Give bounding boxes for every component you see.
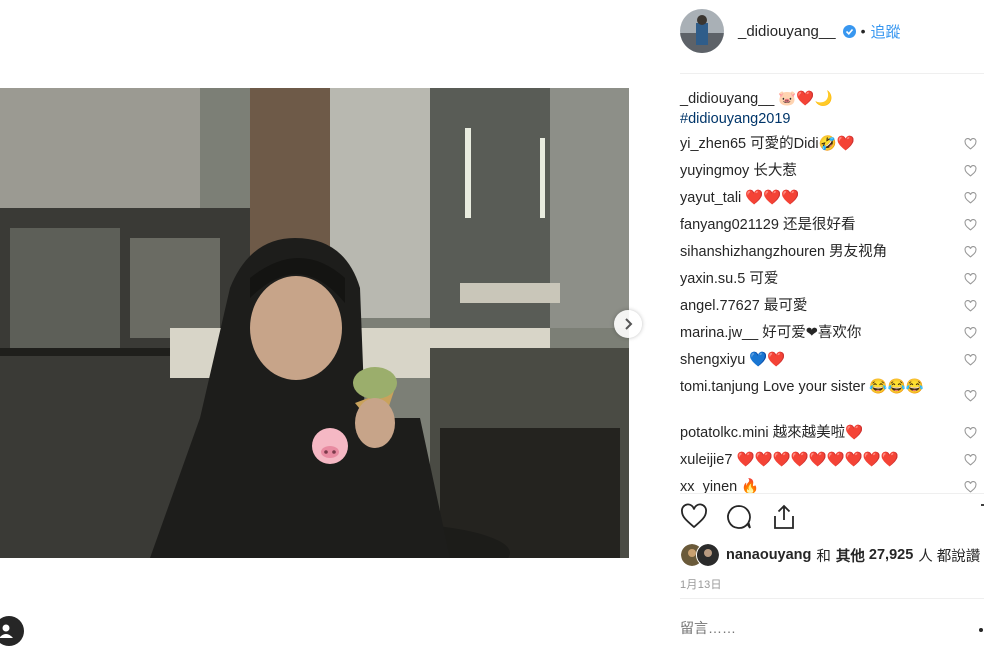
like-comment-heart-icon[interactable]: [964, 165, 977, 177]
comment-input[interactable]: [680, 620, 970, 636]
author-username[interactable]: _didiouyang__: [738, 23, 836, 40]
comment-text: 最可愛: [763, 298, 808, 314]
heart-icon[interactable]: [680, 503, 708, 531]
post-sidebar: _didiouyang__ • 追蹤 _didiouyang__ 🐷❤️🌙 #d…: [680, 0, 984, 645]
comment-item: xx_yinen 🔥: [680, 477, 984, 493]
comment-item: tomi.tanjung Love your sister 😂😂😂: [680, 377, 984, 423]
caption-username[interactable]: _didiouyang__: [680, 91, 774, 107]
liker-avatar: [696, 543, 720, 567]
comment-item: angel.77627 最可愛: [680, 296, 984, 323]
more-options-icon[interactable]: [979, 628, 983, 632]
like-comment-heart-icon[interactable]: [964, 454, 977, 466]
comment-text: ❤️❤️❤️: [745, 190, 800, 206]
comment-item: yuyingmoy 长大惹: [680, 161, 984, 188]
comment-item: sihanshizhangzhouren 男友视角: [680, 242, 984, 269]
comment-username[interactable]: yi_zhen65: [680, 136, 746, 152]
like-comment-heart-icon[interactable]: [964, 273, 977, 285]
comment-username[interactable]: potatolkc.mini: [680, 425, 769, 441]
next-photo-button[interactable]: [614, 310, 642, 338]
comment-username[interactable]: yuyingmoy: [680, 163, 749, 179]
like-comment-heart-icon[interactable]: [964, 390, 977, 402]
comment-item: marina.jw__ 好可爱❤喜欢你: [680, 323, 984, 350]
comment-text: 可爱: [749, 271, 779, 287]
post-header: _didiouyang__ • 追蹤: [680, 7, 984, 55]
comment-username[interactable]: tomi.tanjung: [680, 379, 759, 395]
footer-divider: [680, 598, 984, 599]
separator-dot: •: [860, 23, 866, 39]
post-date[interactable]: 1月13日: [680, 576, 722, 592]
caption-text: 🐷❤️🌙: [778, 91, 833, 107]
header-divider: [680, 73, 984, 74]
comment-text: 🔥: [741, 479, 760, 493]
like-comment-heart-icon[interactable]: [964, 327, 977, 339]
like-comment-heart-icon[interactable]: [964, 354, 977, 366]
hashtag-link[interactable]: #didiouyang2019: [680, 109, 980, 129]
post-photo[interactable]: [0, 88, 629, 558]
comment-username[interactable]: fanyang021129: [680, 217, 779, 233]
comment-username[interactable]: shengxiyu: [680, 352, 745, 368]
comment-username[interactable]: yayut_tali: [680, 190, 741, 206]
likes-suffix: 人 都說讚: [918, 548, 981, 565]
comment-text: 还是很好看: [782, 217, 856, 233]
comment-text: 可愛的Didi🤣❤️: [750, 136, 855, 152]
comment-item: xuleijie7 ❤️❤️❤️❤️❤️❤️❤️❤️❤️: [680, 450, 984, 477]
action-bar: [680, 503, 984, 535]
comments-divider: [680, 493, 984, 494]
liker-username[interactable]: nanaouyang: [726, 547, 811, 563]
share-icon[interactable]: [770, 503, 798, 531]
comment-text: 男友视角: [829, 244, 888, 260]
author-avatar[interactable]: [680, 9, 724, 53]
comment-icon[interactable]: [725, 503, 753, 531]
follow-button[interactable]: 追蹤: [871, 21, 901, 42]
comment-text: 越來越美啦❤️: [772, 425, 864, 441]
bookmark-icon[interactable]: [978, 503, 984, 531]
like-comment-heart-icon[interactable]: [964, 481, 977, 493]
comment-text: 💙❤️: [749, 352, 786, 368]
comment-item: yi_zhen65 可愛的Didi🤣❤️: [680, 134, 984, 161]
comment-username[interactable]: yaxin.su.5: [680, 271, 745, 287]
post-caption: _didiouyang__ 🐷❤️🌙 #didiouyang2019: [680, 89, 980, 129]
likes-and-label: 和: [816, 548, 831, 565]
likes-summary: nanaouyang 和 其他 27,925 人 都說讚: [680, 543, 980, 567]
verified-badge-icon: [842, 24, 856, 38]
likes-others-label[interactable]: 其他: [836, 545, 865, 566]
like-comment-heart-icon[interactable]: [964, 192, 977, 204]
like-comment-heart-icon[interactable]: [964, 300, 977, 312]
comment-item: yayut_tali ❤️❤️❤️: [680, 188, 984, 215]
likes-count[interactable]: 27,925: [869, 547, 913, 563]
chevron-right-icon: [625, 318, 633, 330]
like-comment-heart-icon[interactable]: [964, 427, 977, 439]
comment-username[interactable]: sihanshizhangzhouren: [680, 244, 825, 260]
comment-username[interactable]: xx_yinen: [680, 479, 737, 493]
comment-item: yaxin.su.5 可爱: [680, 269, 984, 296]
like-comment-heart-icon[interactable]: [964, 219, 977, 231]
comment-text: 长大惹: [753, 163, 797, 179]
profile-icon[interactable]: [0, 616, 24, 646]
comment-text: Love your sister 😂😂😂: [763, 379, 924, 395]
comment-text: 好可爱❤喜欢你: [762, 325, 862, 341]
comments-list[interactable]: yi_zhen65 可愛的Didi🤣❤️ yuyingmoy 长大惹 yayut…: [680, 133, 984, 493]
comment-item: potatolkc.mini 越來越美啦❤️: [680, 423, 984, 450]
comment-username[interactable]: angel.77627: [680, 298, 760, 314]
like-comment-heart-icon[interactable]: [964, 138, 977, 150]
comment-item: shengxiyu 💙❤️: [680, 350, 984, 377]
comment-text: ❤️❤️❤️❤️❤️❤️❤️❤️❤️: [736, 452, 899, 468]
comment-item: fanyang021129 还是很好看: [680, 215, 984, 242]
like-comment-heart-icon[interactable]: [964, 246, 977, 258]
comment-username[interactable]: marina.jw__: [680, 325, 758, 341]
comment-username[interactable]: xuleijie7: [680, 452, 732, 468]
